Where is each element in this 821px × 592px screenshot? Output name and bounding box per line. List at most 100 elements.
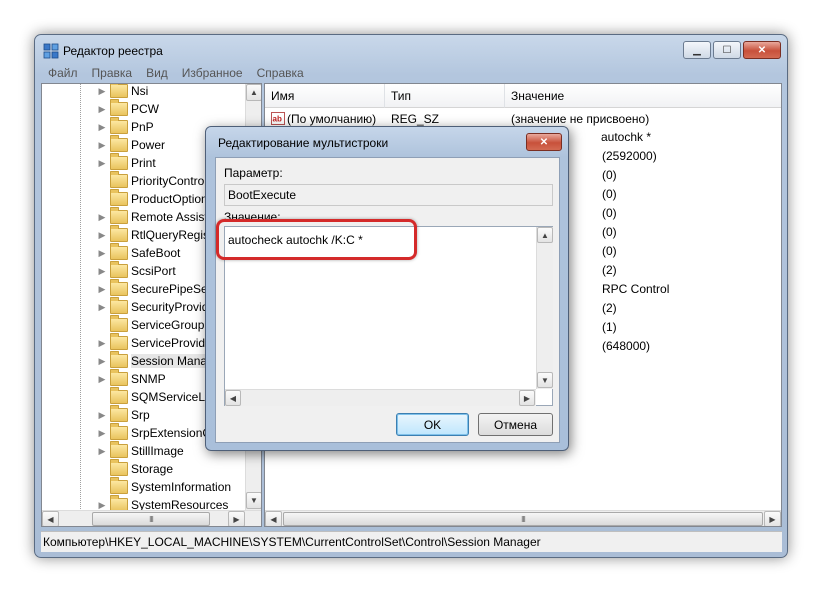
expand-arrow-icon[interactable]: ▶ (97, 122, 107, 133)
menu-favorites[interactable]: Избранное (182, 66, 243, 80)
menu-file[interactable]: Файл (48, 66, 78, 80)
dialog-title: Редактирование мультистроки (218, 136, 389, 150)
value-cell: (648000) (602, 339, 651, 353)
minimize-button[interactable]: ▁ (683, 41, 711, 59)
minimize-icon: ▁ (693, 44, 701, 56)
expand-arrow-icon[interactable]: ▶ (97, 212, 107, 223)
expand-arrow-icon[interactable]: ▶ (97, 374, 107, 385)
tree-item-label: Srp (131, 408, 150, 422)
tree-item[interactable]: ▶SQMServiceLis (42, 387, 214, 406)
value-scroll-left-button[interactable]: ◀ (225, 390, 241, 406)
dialog-body: Параметр: BootExecute Значение: autochec… (215, 157, 560, 443)
tree-item[interactable]: ▶Storage (42, 459, 173, 478)
arrow-right-icon: ▶ (523, 393, 531, 403)
expand-arrow-icon[interactable]: ▶ (97, 284, 107, 295)
column-header-type[interactable]: Тип (385, 84, 505, 108)
value-scroll-down-button[interactable]: ▼ (537, 372, 553, 388)
value-vertical-scrollbar[interactable]: ▲ ▼ (536, 227, 553, 389)
param-label: Параметр: (224, 166, 283, 180)
dialog-close-button[interactable]: ✕ (526, 133, 562, 151)
column-header-value[interactable]: Значение (505, 84, 781, 108)
expand-arrow-icon[interactable]: ▶ (97, 158, 107, 169)
expand-arrow-icon[interactable]: ▶ (97, 248, 107, 259)
tree-item-label: PCW (131, 102, 159, 116)
tree-item-label: Session Manag (131, 354, 214, 368)
scroll-left-button[interactable]: ◀ (42, 511, 59, 526)
tree-item[interactable]: ▶PriorityContro (42, 171, 204, 190)
value-cell: (0) (602, 225, 617, 239)
app-icon (43, 43, 59, 59)
expand-arrow-icon[interactable]: ▶ (97, 266, 107, 277)
expand-arrow-icon[interactable]: ▶ (97, 410, 107, 421)
value-scroll-up-button[interactable]: ▲ (537, 227, 553, 243)
expand-arrow-icon[interactable]: ▶ (97, 86, 107, 97)
column-value-label: Значение (511, 88, 565, 103)
tree-item[interactable]: ▶ PnP (42, 117, 154, 136)
arrow-down-icon: ▼ (250, 496, 258, 505)
tree-item[interactable]: ▶ SrpExtensionC (42, 423, 211, 442)
tree-item[interactable]: ▶SystemInformation (42, 477, 232, 496)
tree-item[interactable]: ▶ SecurePipeSer (42, 279, 212, 298)
expand-arrow-icon[interactable]: ▶ (97, 302, 107, 313)
expand-arrow-icon[interactable]: ▶ (97, 356, 107, 367)
expand-arrow-icon[interactable]: ▶ (97, 500, 107, 511)
value-horizontal-scrollbar[interactable]: ◀ ▶ (225, 389, 536, 406)
tree-item-label: SNMP (131, 372, 166, 386)
expand-arrow-icon[interactable]: ▶ (97, 338, 107, 349)
tree-item-label: ServiceProvide (131, 336, 212, 350)
tree-item[interactable]: ▶ Print (42, 153, 156, 172)
expand-arrow-icon[interactable]: ▶ (97, 230, 107, 241)
ok-button[interactable]: OK (396, 413, 469, 436)
menu-help[interactable]: Справка (257, 66, 304, 80)
list-scroll-left-button[interactable]: ◀ (265, 511, 282, 526)
folder-icon (110, 387, 128, 404)
expand-arrow-icon[interactable]: ▶ (97, 104, 107, 115)
expand-arrow-icon[interactable]: ▶ (97, 428, 107, 439)
tree-item[interactable]: ▶ SNMP (42, 369, 166, 388)
value-cell: (0) (602, 168, 617, 182)
folder-icon (110, 171, 128, 188)
scroll-up-button[interactable]: ▲ (246, 84, 261, 101)
tree-item-label: Power (131, 138, 166, 152)
tree-item[interactable]: ▶ Srp (42, 405, 150, 424)
arrow-up-icon: ▲ (250, 88, 258, 97)
tree-item[interactable]: ▶ StillImage (42, 441, 184, 460)
scroll-thumb[interactable]: III (92, 512, 210, 526)
tree-item-label: RtlQueryRegist (131, 228, 213, 242)
column-header-name[interactable]: Имя (265, 84, 385, 108)
ok-label: OK (423, 417, 442, 432)
list-horizontal-scrollbar[interactable]: ◀ III ▶ (265, 510, 781, 526)
cancel-button[interactable]: Отмена (478, 413, 553, 436)
scroll-right-button[interactable]: ▶ (228, 511, 245, 526)
tree-item[interactable]: ▶ PCW (42, 99, 159, 118)
status-bar: Компьютер\HKEY_LOCAL_MACHINE\SYSTEM\Curr… (41, 531, 782, 552)
folder-icon (110, 351, 128, 368)
menu-view[interactable]: Вид (146, 66, 168, 80)
expand-arrow-icon[interactable]: ▶ (97, 446, 107, 457)
tree-item[interactable]: ▶ RtlQueryRegist (42, 225, 213, 244)
scroll-down-button[interactable]: ▼ (246, 492, 261, 509)
tree-item[interactable]: ▶ Power (42, 135, 166, 154)
tree-item[interactable]: ▶ SecurityProvid (42, 297, 208, 316)
folder-icon (110, 135, 128, 152)
list-scroll-right-button[interactable]: ▶ (764, 511, 781, 526)
tree-item[interactable]: ▶ServiceGroupC (42, 315, 213, 334)
tree-item[interactable]: ▶ProductOption (42, 189, 208, 208)
value-cell: (2) (602, 301, 617, 315)
tree-horizontal-scrollbar[interactable]: ◀ III ▶ (42, 510, 261, 526)
list-scroll-thumb[interactable]: III (283, 512, 763, 526)
tree-item[interactable]: ▶ Session Manag (42, 351, 214, 370)
folder-icon (110, 423, 128, 440)
close-button[interactable]: ✕ (743, 41, 781, 59)
expand-arrow-icon[interactable]: ▶ (97, 140, 107, 151)
tree-item-label: SystemInformation (131, 480, 232, 494)
tree-item[interactable]: ▶ SafeBoot (42, 243, 180, 262)
tree-item[interactable]: ▶ ScsiPort (42, 261, 176, 280)
tree-item[interactable]: ▶ Nsi (42, 84, 148, 100)
tree-item[interactable]: ▶ Remote Assist (42, 207, 208, 226)
tree-item[interactable]: ▶ ServiceProvide (42, 333, 212, 352)
menu-edit[interactable]: Правка (92, 66, 133, 80)
maximize-button[interactable]: ☐ (713, 41, 741, 59)
annotation-highlight (216, 219, 417, 260)
value-scroll-right-button[interactable]: ▶ (519, 390, 535, 406)
